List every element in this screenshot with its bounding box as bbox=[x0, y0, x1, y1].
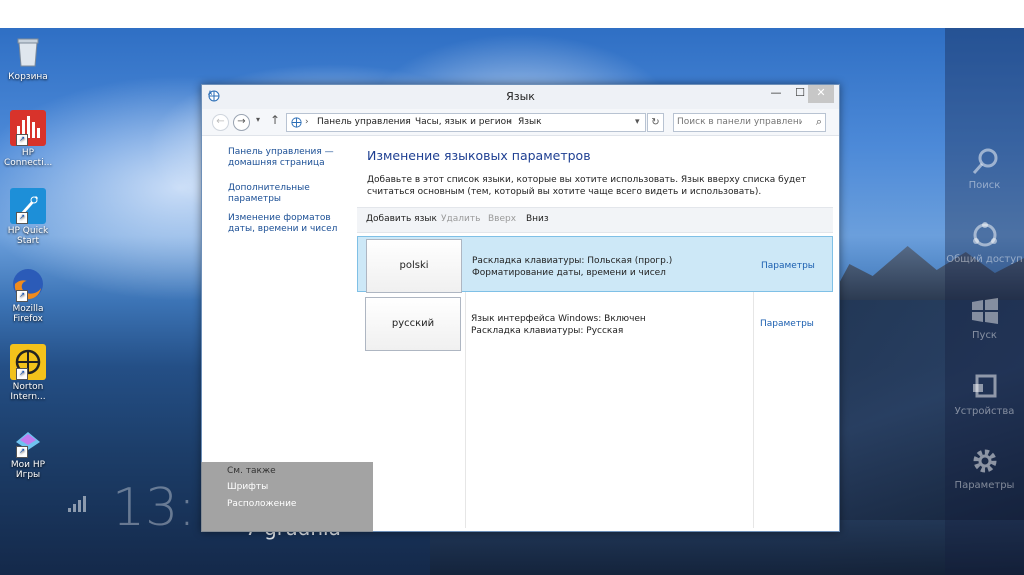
language-tile[interactable]: русский bbox=[365, 297, 461, 351]
address-row: ← → ▾ ↑ › Панель управления › Часы, язык… bbox=[202, 109, 839, 136]
address-bar[interactable]: › Панель управления › Часы, язык и регио… bbox=[286, 113, 646, 132]
desktop-icon-firefox[interactable]: ↗ Mozilla Firefox bbox=[4, 266, 52, 324]
language-row-polish[interactable]: polski Раскладка клавиатуры: Польская (п… bbox=[357, 236, 833, 293]
up-arrow-icon[interactable]: ↑ bbox=[270, 113, 280, 127]
charm-label: Устройства bbox=[954, 406, 1015, 417]
charm-label: Параметры bbox=[954, 480, 1015, 491]
window-title: Язык bbox=[506, 90, 535, 103]
devices-icon bbox=[972, 374, 996, 398]
desktop-icon-label: Norton bbox=[12, 382, 44, 392]
hp-connected-icon: ↗ bbox=[10, 110, 46, 146]
charm-label: Общий доступ bbox=[946, 254, 1023, 265]
language-row-russian[interactable]: русский Язык интерфейса Windows: Включен… bbox=[357, 295, 833, 351]
shortcut-arrow-icon: ↗ bbox=[16, 446, 28, 458]
link-fonts[interactable]: Шрифты bbox=[227, 482, 268, 492]
desktop-icon-label: Мои HP bbox=[10, 460, 46, 470]
remove-language-button[interactable]: Удалить bbox=[441, 214, 480, 224]
breadcrumb-language[interactable]: Язык bbox=[518, 114, 542, 131]
control-panel-icon bbox=[291, 117, 302, 128]
language-info-line: Форматирование даты, времени и чисел bbox=[472, 268, 666, 278]
language-info: Язык интерфейса Windows: Включен Расклад… bbox=[471, 313, 646, 337]
desktop-icon-label: HP bbox=[21, 148, 35, 158]
charm-label: Пуск bbox=[972, 330, 997, 341]
link-control-panel-home[interactable]: Панель управления — домашняя страница bbox=[228, 147, 358, 169]
page-title: Изменение языковых параметров bbox=[367, 148, 591, 163]
arrow-left-icon: ← bbox=[216, 116, 225, 127]
signal-icon bbox=[68, 496, 86, 512]
forward-button[interactable]: → bbox=[233, 114, 250, 131]
firefox-icon: ↗ bbox=[10, 266, 46, 302]
search-icon[interactable]: ⌕ bbox=[816, 115, 822, 129]
charm-label: Поиск bbox=[968, 180, 1001, 191]
language-tile[interactable]: polski bbox=[366, 239, 462, 293]
norton-icon: ↗ bbox=[10, 344, 46, 380]
language-options-link[interactable]: Параметры bbox=[760, 319, 814, 329]
language-info-line: Язык интерфейса Windows: Включен bbox=[471, 314, 646, 324]
desktop-icon-hp-connected[interactable]: ↗ HP Connecti... bbox=[4, 110, 52, 168]
move-down-button[interactable]: Вниз bbox=[526, 214, 549, 224]
desktop-icon-hp-games[interactable]: ↗ Мои HP Игры bbox=[4, 422, 52, 480]
desktop-icon-recycle-bin[interactable]: Корзина bbox=[4, 34, 52, 82]
breadcrumb-control-panel[interactable]: Панель управления bbox=[317, 114, 411, 131]
desktop-icon-norton[interactable]: ↗ Norton Intern... bbox=[4, 344, 52, 402]
charm-start[interactable]: Пуск bbox=[945, 296, 1024, 341]
gear-icon bbox=[973, 449, 996, 473]
page-description: Добавьте в этот список языки, которые вы… bbox=[367, 175, 807, 197]
close-button[interactable]: ✕ bbox=[808, 85, 834, 103]
title-bar[interactable]: A Язык — ☐ ✕ bbox=[202, 85, 839, 109]
breadcrumb-clock-language-region[interactable]: Часы, язык и регион bbox=[415, 114, 512, 131]
recycle-bin-icon bbox=[10, 34, 46, 70]
language-info-line: Раскладка клавиатуры: Польская (прогр.) bbox=[472, 256, 673, 266]
arrow-right-icon: → bbox=[237, 116, 246, 127]
move-up-button[interactable]: Вверх bbox=[488, 214, 516, 224]
desktop-icon-label: Mozilla bbox=[12, 304, 44, 314]
language-toolbar: Добавить язык Удалить Вверх Вниз bbox=[357, 207, 833, 233]
shortcut-arrow-icon: ↗ bbox=[16, 134, 28, 146]
shortcut-arrow-icon: ↗ bbox=[16, 290, 28, 302]
charm-search[interactable]: Поиск bbox=[945, 146, 1024, 191]
recent-pages-chevron-icon[interactable]: ▾ bbox=[256, 115, 260, 124]
address-dropdown-chevron-icon[interactable]: ▾ bbox=[635, 114, 640, 131]
link-location[interactable]: Расположение bbox=[227, 499, 296, 509]
hp-quick-start-icon: ↗ bbox=[10, 188, 46, 224]
desktop-icon-label: Start bbox=[17, 236, 39, 246]
see-also-panel: См. также Шрифты Расположение bbox=[201, 462, 373, 532]
desktop-icon-label: Connecti... bbox=[4, 158, 53, 168]
shortcut-arrow-icon: ↗ bbox=[16, 368, 28, 380]
desktop-icon-label: Intern... bbox=[10, 392, 46, 402]
link-change-date-time-formats[interactable]: Изменение форматов даты, времени и чисел bbox=[228, 213, 358, 235]
back-button[interactable]: ← bbox=[212, 114, 229, 131]
add-language-button[interactable]: Добавить язык bbox=[366, 214, 437, 224]
search-icon bbox=[972, 148, 997, 174]
language-info-line: Раскладка клавиатуры: Русская bbox=[471, 326, 624, 336]
link-advanced-settings[interactable]: Дополнительные параметры bbox=[228, 183, 358, 205]
shortcut-arrow-icon: ↗ bbox=[16, 212, 28, 224]
desktop-icon-hp-quick-start[interactable]: ↗ HP Quick Start bbox=[4, 188, 52, 246]
breadcrumb-separator-icon: › bbox=[405, 117, 409, 127]
share-icon bbox=[972, 222, 997, 247]
charm-settings[interactable]: Параметры bbox=[945, 446, 1024, 491]
search-box[interactable]: ⌕ bbox=[673, 113, 826, 132]
charms-bar: Поиск Общий доступ Пуск Устройства Парам… bbox=[945, 28, 1024, 575]
desktop-icon-label: Корзина bbox=[8, 72, 48, 82]
refresh-button[interactable]: ↻ bbox=[647, 113, 664, 132]
charm-devices[interactable]: Устройства bbox=[945, 372, 1024, 417]
language-options-link[interactable]: Параметры bbox=[761, 261, 815, 271]
breadcrumb-separator-icon: › bbox=[508, 117, 512, 127]
windows-logo-icon bbox=[971, 298, 998, 324]
charm-share[interactable]: Общий доступ bbox=[945, 220, 1024, 265]
breadcrumb-separator-icon: › bbox=[305, 117, 309, 127]
language-info: Раскладка клавиатуры: Польская (прогр.) … bbox=[472, 255, 672, 279]
desktop-icon-label: HP Quick bbox=[7, 226, 49, 236]
minimize-button[interactable]: — bbox=[764, 85, 788, 103]
see-also-header: См. также bbox=[227, 466, 276, 476]
hp-games-icon: ↗ bbox=[10, 422, 46, 458]
search-input[interactable] bbox=[677, 115, 802, 129]
refresh-icon: ↻ bbox=[651, 117, 660, 128]
desktop-icon-label: Firefox bbox=[13, 314, 43, 324]
top-strip bbox=[0, 0, 1024, 28]
left-pane: Панель управления — домашняя страница До… bbox=[228, 147, 358, 243]
